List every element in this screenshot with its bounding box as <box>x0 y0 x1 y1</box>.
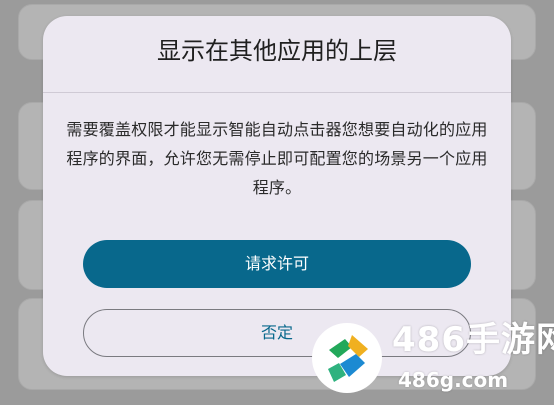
dialog-title: 显示在其他应用的上层 <box>157 37 397 65</box>
watermark-url: 486g.com <box>398 368 509 392</box>
dialog-message: 需要覆盖权限才能显示智能自动点击器您想要自动化的应用程序的界面，允许您无需停止即… <box>66 120 488 197</box>
request-permission-button[interactable]: 请求许可 <box>83 240 471 288</box>
dialog-divider <box>43 92 511 93</box>
watermark-brand: 486手游网 <box>392 320 554 360</box>
watermark: 486手游网 486g.com <box>294 305 554 405</box>
brand-logo-icon <box>312 323 382 393</box>
